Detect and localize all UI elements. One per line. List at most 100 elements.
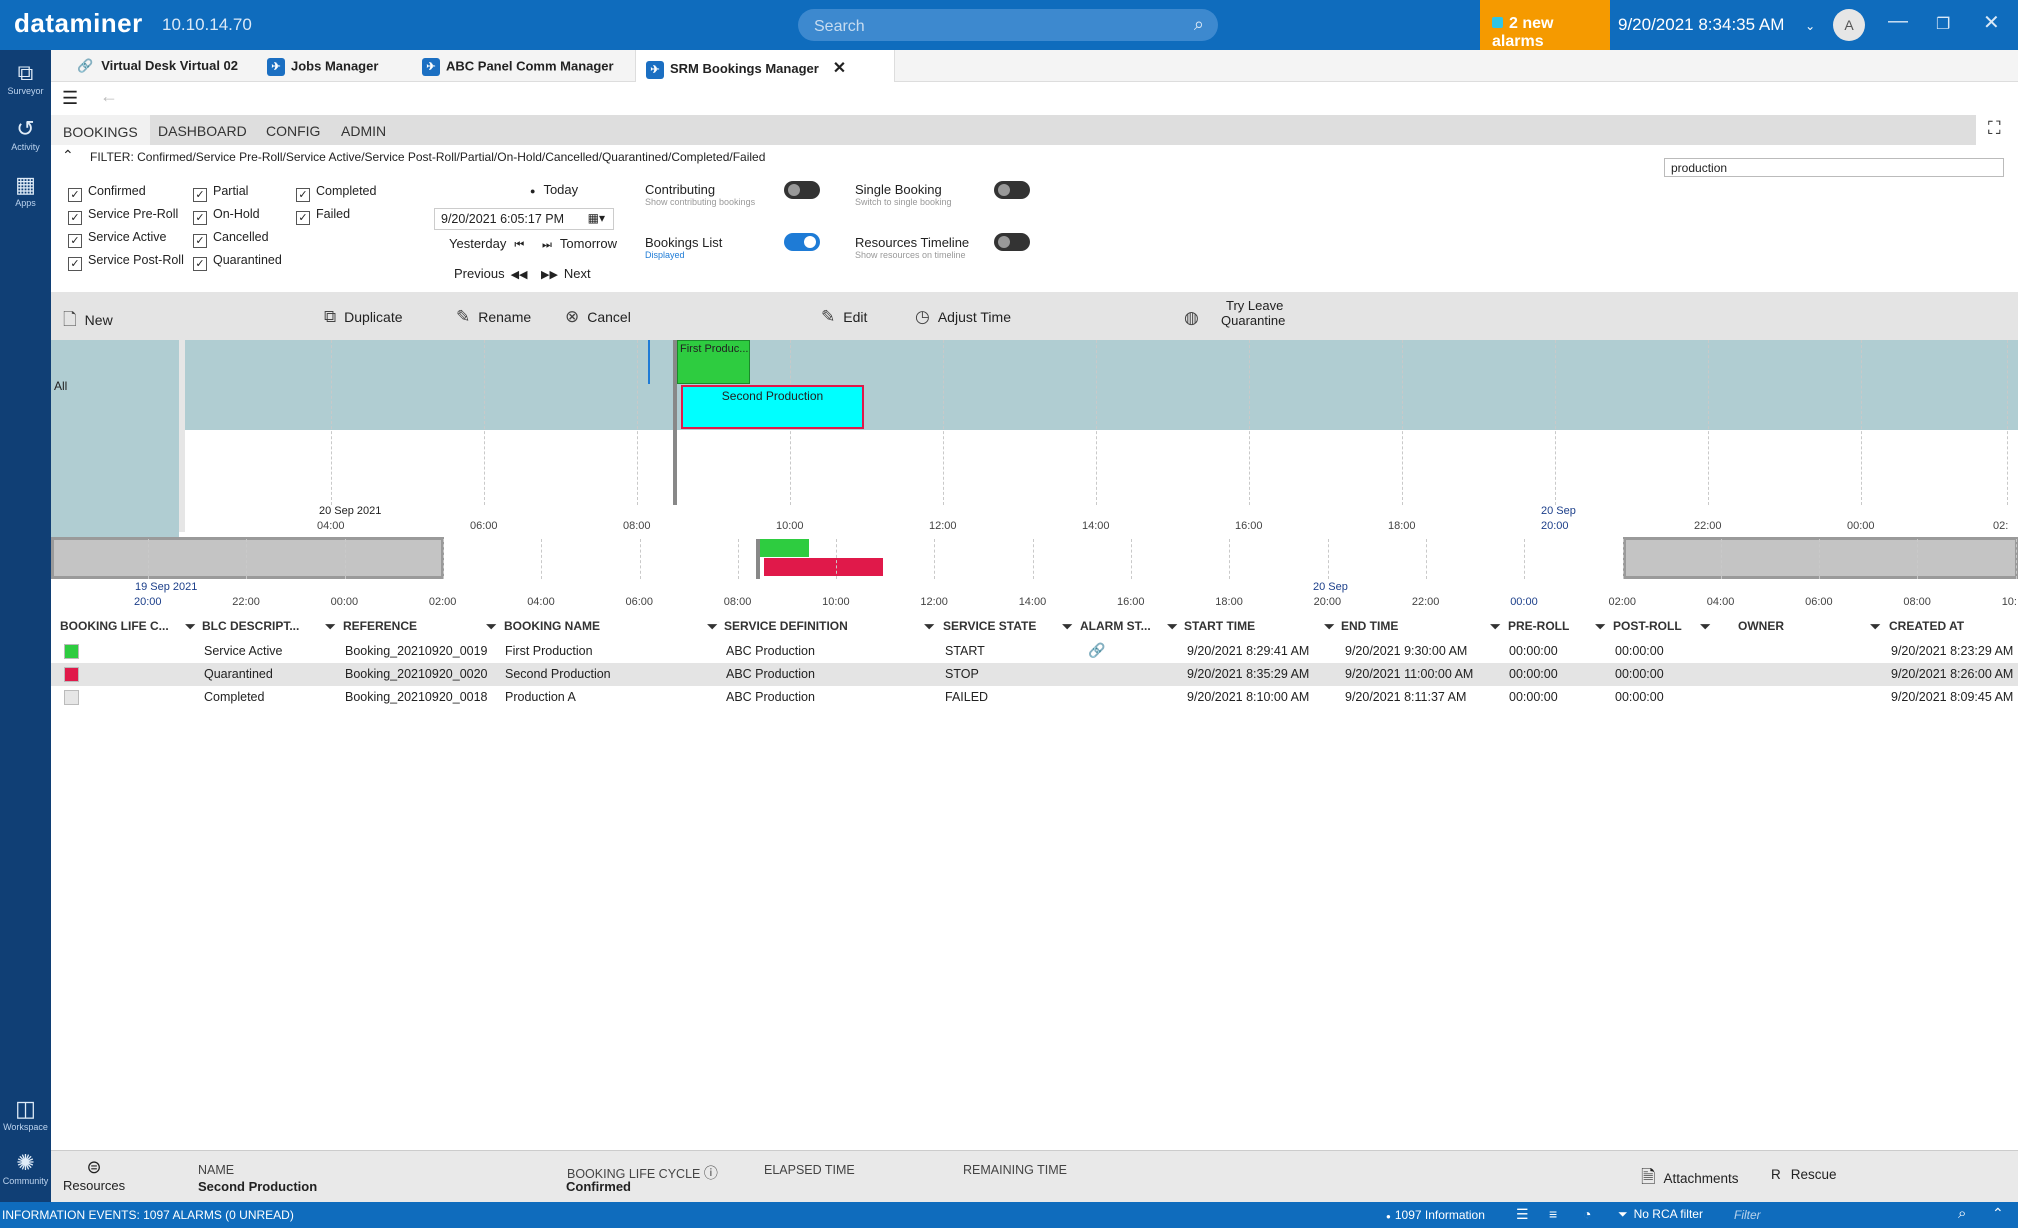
column-header[interactable]: SERVICE STATE: [943, 619, 1036, 633]
list-view-icon[interactable]: ☰: [1516, 1206, 1529, 1223]
close-tab-icon[interactable]: ✕: [833, 60, 846, 77]
resources-timeline-toggle[interactable]: [994, 233, 1030, 251]
column-header[interactable]: BLC DESCRIPT...: [202, 619, 299, 633]
rail-activity[interactable]: ↺ Activity: [0, 116, 51, 152]
column-filter-icon[interactable]: ⏷: [1870, 619, 1880, 635]
resources-button[interactable]: ⊜ Resources: [63, 1157, 125, 1193]
column-filter-icon[interactable]: ⏷: [707, 619, 717, 635]
search-icon[interactable]: ⌕: [1194, 14, 1204, 35]
rescue-button[interactable]: R Rescue: [1771, 1167, 1837, 1182]
column-header[interactable]: CREATED AT: [1889, 619, 1964, 633]
booking-bar-first-production[interactable]: First Produc...: [677, 340, 750, 384]
search-icon[interactable]: ⌕: [1958, 1205, 1966, 1222]
try-leave-quarantine-button[interactable]: ◍ Try Leave Quarantine: [1184, 298, 1285, 328]
close-window-icon[interactable]: ✕: [1983, 10, 2000, 35]
cancel-button[interactable]: ⊗ Cancel: [565, 307, 631, 327]
next-button[interactable]: ▶▶ Next: [541, 266, 591, 281]
timeline-splitter[interactable]: [179, 340, 185, 532]
rail-apps[interactable]: ▦ Apps: [0, 172, 51, 208]
column-filter-icon[interactable]: ⏷: [325, 619, 335, 635]
edit-button[interactable]: ✎ Edit: [821, 307, 867, 327]
column-header[interactable]: START TIME: [1184, 619, 1255, 633]
new-alarms-button[interactable]: 2 new alarms: [1480, 0, 1610, 50]
checkbox-on-hold[interactable]: ✓ On-Hold: [193, 207, 260, 225]
checkbox-cancelled[interactable]: ✓ Cancelled: [193, 230, 269, 248]
tab-bookings[interactable]: BOOKINGS: [51, 115, 150, 145]
column-filter-icon[interactable]: ⏷: [486, 619, 496, 635]
sort-icon[interactable]: ≡: [1549, 1206, 1557, 1222]
contributing-toggle[interactable]: [784, 181, 820, 199]
hamburger-menu-icon[interactable]: ☰: [62, 88, 78, 109]
tab-abc-panel[interactable]: ✈ ABC Panel Comm Manager: [412, 50, 624, 82]
tab-config[interactable]: CONFIG: [266, 123, 320, 139]
tab-dashboard[interactable]: DASHBOARD: [158, 123, 247, 139]
restore-icon[interactable]: ❐: [1936, 14, 1950, 34]
rail-surveyor[interactable]: ⧉ Surveyor: [0, 60, 51, 96]
table-row[interactable]: Service Active Booking_20210920_0019 First…: [51, 640, 2018, 663]
duplicate-button[interactable]: ⧉ Duplicate: [324, 307, 403, 327]
checkbox-confirmed[interactable]: ✓ Confirmed: [68, 184, 146, 202]
column-header[interactable]: REFERENCE: [343, 619, 417, 633]
new-button[interactable]: 🗋 New: [63, 307, 113, 336]
checkbox-service-post-roll[interactable]: ✓ Service Post-Roll: [68, 253, 184, 271]
single-booking-toggle[interactable]: [994, 181, 1030, 199]
column-header[interactable]: BOOKING LIFE C...: [60, 619, 169, 633]
info-icon[interactable]: ⓘ: [704, 1165, 718, 1181]
tab-admin[interactable]: ADMIN: [341, 123, 386, 139]
column-filter-icon[interactable]: ⏷: [924, 619, 934, 635]
attachments-button[interactable]: 🗎 Attachments: [1641, 1165, 1739, 1195]
information-count[interactable]: ● 1097 Information: [1386, 1208, 1485, 1222]
column-header[interactable]: OWNER: [1738, 619, 1784, 633]
rail-workspace[interactable]: ◫ Workspace: [0, 1096, 51, 1132]
column-header[interactable]: BOOKING NAME: [504, 619, 600, 633]
column-filter-icon[interactable]: ⏷: [1700, 619, 1710, 635]
column-filter-icon[interactable]: ⏷: [1062, 619, 1072, 635]
global-search-input[interactable]: Search ⌕: [798, 9, 1218, 41]
column-header[interactable]: END TIME: [1341, 619, 1398, 633]
rail-community[interactable]: ✺ Community: [0, 1150, 51, 1186]
checkbox-partial[interactable]: ✓ Partial: [193, 184, 248, 202]
tab-jobs-manager[interactable]: ✈ Jobs Manager: [257, 50, 388, 82]
title-bar: dataminer 10.10.14.70 Search ⌕ 2 new ala…: [0, 0, 2018, 50]
tomorrow-button[interactable]: ⏭ Tomorrow: [542, 236, 617, 252]
back-arrow-icon[interactable]: ←: [100, 86, 118, 107]
table-row[interactable]: Completed Booking_20210920_0018 Production…: [51, 686, 2018, 709]
yesterday-button[interactable]: Yesterday ⏮: [449, 236, 524, 252]
tab-virtual-desk[interactable]: 🔗 Virtual Desk Virtual 02: [67, 50, 248, 82]
column-header[interactable]: ALARM ST...: [1080, 619, 1151, 633]
column-header[interactable]: PRE-ROLL: [1508, 619, 1569, 633]
link-icon[interactable]: 🔗: [1088, 642, 1105, 659]
today-button[interactable]: ● Today: [530, 182, 578, 197]
rename-button[interactable]: ✎ Rename: [456, 307, 531, 327]
pie-chart-icon[interactable]: ◔: [1583, 1206, 1591, 1222]
column-filter-icon[interactable]: ⏷: [1167, 619, 1177, 635]
booking-bar-second-production[interactable]: Second Production: [681, 385, 864, 429]
checkbox-completed[interactable]: ✓ Completed: [296, 184, 376, 202]
checkbox-failed[interactable]: ✓ Failed: [296, 207, 350, 225]
table-row[interactable]: Quarantined Booking_20210920_0020 Second P…: [51, 663, 2018, 686]
calendar-icon[interactable]: ▦▾: [588, 211, 605, 225]
adjust-time-button[interactable]: ◷ Adjust Time: [915, 307, 1011, 327]
status-filter-input[interactable]: Filter: [1728, 1204, 1986, 1226]
column-filter-icon[interactable]: ⏷: [185, 619, 195, 635]
column-header[interactable]: SERVICE DEFINITION: [724, 619, 848, 633]
chevron-up-icon[interactable]: ⌃: [1992, 1205, 2004, 1222]
column-header[interactable]: POST-ROLL: [1613, 619, 1682, 633]
checkbox-service-pre-roll[interactable]: ✓ Service Pre-Roll: [68, 207, 178, 225]
clock-dropdown-icon[interactable]: ⌄: [1805, 19, 1815, 33]
column-filter-icon[interactable]: ⏷: [1595, 619, 1605, 635]
previous-button[interactable]: Previous ◀◀: [454, 266, 528, 281]
minimize-icon[interactable]: —: [1888, 10, 1908, 33]
date-picker[interactable]: 9/20/2021 6:05:17 PM ▦▾: [434, 208, 614, 230]
column-filter-icon[interactable]: ⏷: [1490, 619, 1500, 635]
bookings-list-toggle[interactable]: [784, 233, 820, 251]
checkbox-quarantined[interactable]: ✓ Quarantined: [193, 253, 282, 271]
bookings-search-input[interactable]: production: [1664, 158, 2004, 177]
fullscreen-icon[interactable]: ⛶: [1988, 118, 2001, 139]
collapse-filter-icon[interactable]: ⌃: [62, 147, 74, 164]
tab-srm-bookings[interactable]: ✈ SRM Bookings Manager ✕: [635, 50, 895, 82]
checkbox-service-active[interactable]: ✓ Service Active: [68, 230, 167, 248]
rca-filter[interactable]: ⏷ No RCA filter: [1618, 1207, 1703, 1222]
avatar[interactable]: A: [1833, 9, 1865, 41]
column-filter-icon[interactable]: ⏷: [1324, 619, 1334, 635]
